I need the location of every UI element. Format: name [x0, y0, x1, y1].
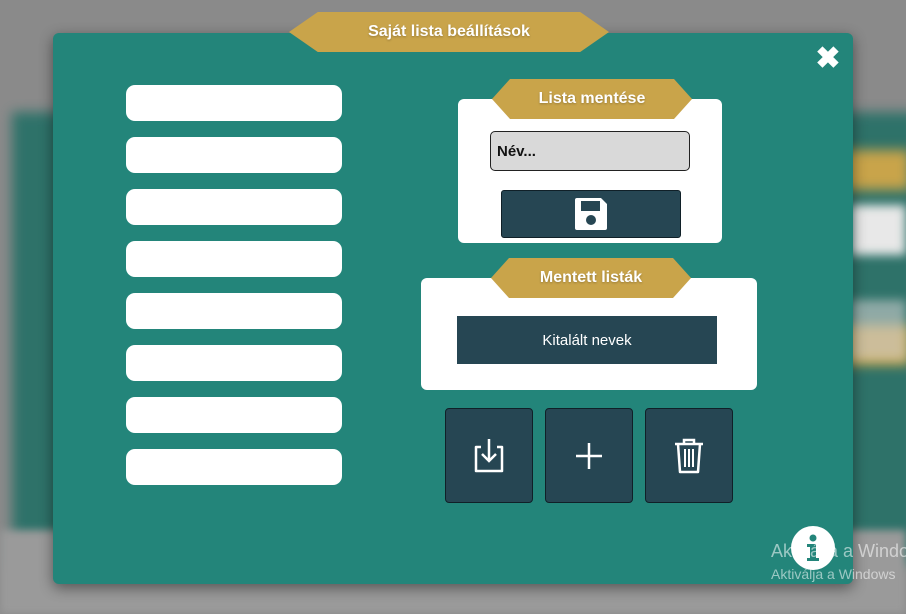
trash-icon: [675, 438, 703, 473]
saved-list-item[interactable]: Kitalált nevek: [457, 316, 717, 364]
list-slot-6[interactable]: [126, 345, 342, 381]
load-list-button[interactable]: [445, 408, 533, 503]
list-slot-4[interactable]: [126, 241, 342, 277]
list-slot-1[interactable]: [126, 85, 342, 121]
list-slot-7[interactable]: [126, 397, 342, 433]
modal-title: Saját lista beállítások: [289, 12, 609, 52]
activation-watermark: Aktiválja a Windows: [771, 541, 906, 561]
plus-icon: [576, 442, 602, 469]
floppy-disk-icon: [575, 198, 607, 230]
add-list-button[interactable]: [545, 408, 633, 503]
background-panel: [850, 300, 906, 360]
saved-lists-title: Mentett listák: [491, 258, 691, 298]
background-panel: [850, 205, 906, 255]
list-slot-2[interactable]: [126, 137, 342, 173]
delete-list-button[interactable]: [645, 408, 733, 503]
list-slot-8[interactable]: [126, 449, 342, 485]
save-list-title: Lista mentése: [492, 79, 692, 119]
list-name-input[interactable]: [490, 131, 690, 171]
activation-watermark-sub: Aktiválja a Windows: [771, 566, 896, 582]
save-button[interactable]: [501, 190, 681, 238]
list-slot-5[interactable]: [126, 293, 342, 329]
list-slot-3[interactable]: [126, 189, 342, 225]
close-icon[interactable]: ✖: [812, 43, 844, 75]
download-icon: [474, 438, 504, 472]
